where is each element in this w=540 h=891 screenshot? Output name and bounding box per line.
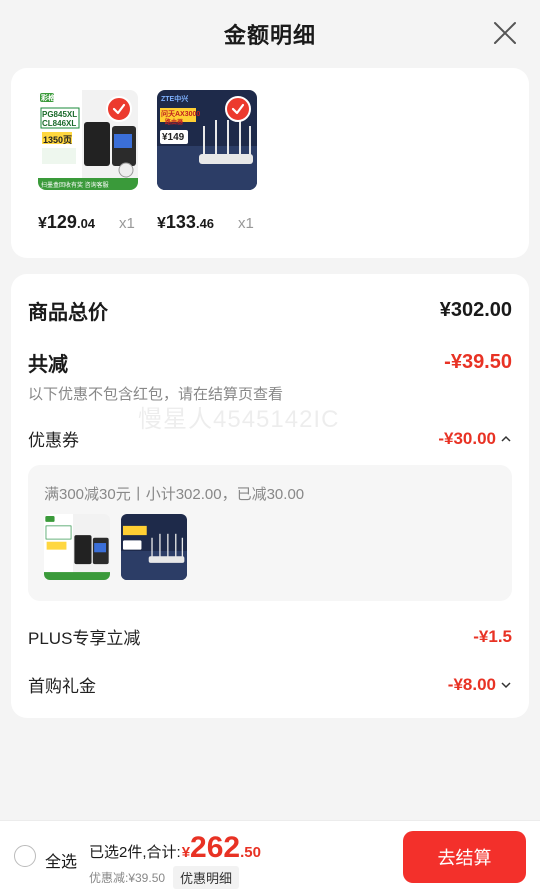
selected-badge (225, 96, 251, 122)
checkout-bar: 全选 已选2件,合计: ¥ 262 .50 优惠减:¥39.50 优惠明细 去结… (0, 820, 540, 891)
total-decimal: .50 (240, 844, 261, 861)
price-decimal: .04 (76, 216, 96, 231)
total-price-value: ¥302.00 (439, 299, 512, 321)
discount-total-value: -¥39.50 (444, 351, 512, 373)
coupon-row[interactable]: 优惠券 -¥30.00 (28, 426, 512, 451)
product-price-row: ¥ 129 .04 x1 (38, 212, 135, 233)
chevron-down-icon (501, 681, 511, 688)
first-purchase-value-wrap[interactable]: -¥8.00 (448, 675, 512, 695)
product-card: 彩格 PG845XL CL846XL 1350页 扫墨盒回收有奖 咨询客服 ¥ … (11, 68, 529, 258)
product-price-row: ¥ 133 .46 x1 (157, 212, 254, 233)
total-price-row: 商品总价 ¥302.00 (28, 296, 512, 325)
thumb-model-1: PG845XL (42, 110, 78, 119)
thumb-bottom-text: 扫墨盒回收有奖 咨询客服 (41, 183, 109, 189)
coupon-product-thumb (121, 514, 187, 580)
discount-detail-button[interactable]: 优惠明细 (173, 866, 240, 889)
discount-note: 以下优惠不包含红包，请在结算页查看 (28, 386, 284, 403)
coupon-value: -¥30.00 (438, 428, 496, 448)
product-thumbnail[interactable]: 彩格 PG845XL CL846XL 1350页 扫墨盒回收有奖 咨询客服 (38, 90, 138, 190)
price-integer: 133 (165, 212, 196, 232)
product-item[interactable]: 彩格 PG845XL CL846XL 1350页 扫墨盒回收有奖 咨询客服 (38, 90, 138, 190)
page-title: 金额明细 (223, 23, 316, 48)
coupon-description: 满300减30元丨小计302.00，已减30.00 (44, 486, 305, 503)
check-icon (112, 103, 126, 115)
product-quantity: x1 (238, 215, 254, 232)
first-purchase-row[interactable]: 首购礼金 -¥8.00 (28, 672, 512, 697)
total-currency: ¥ (181, 844, 191, 861)
price-integer: 129 (46, 212, 77, 232)
select-all-radio[interactable] (14, 845, 36, 867)
first-purchase-value: -¥8.00 (447, 674, 496, 694)
discount-total-row: 共减 -¥39.50 (28, 348, 512, 377)
plus-discount-label: PLUS专享立减 (28, 629, 141, 648)
chevron-up-icon (501, 435, 511, 442)
close-button[interactable] (492, 20, 518, 46)
check-icon (231, 103, 245, 115)
total-price-label: 商品总价 (28, 302, 108, 324)
product-thumbnail[interactable]: ZTE中兴 问天AX3000 路由器 ¥149 (157, 90, 257, 190)
first-purchase-label: 首购礼金 (28, 677, 96, 696)
product-quantity: x1 (119, 215, 135, 232)
price-detail-card: 商品总价 ¥302.00 共减 -¥39.50 以下优惠不包含红包，请在结算页查… (11, 274, 529, 718)
thumb-model-2: CL846XL (42, 119, 77, 128)
coupon-detail-box: 满300减30元丨小计302.00，已减30.00 (28, 465, 512, 601)
plus-discount-row: PLUS专享立减 -¥1.5 (28, 624, 512, 649)
product-item[interactable]: ZTE中兴 问天AX3000 路由器 ¥149 (157, 90, 257, 190)
checkout-button[interactable]: 去结算 (403, 831, 526, 883)
selected-count-text: 已选2件,合计: (89, 844, 181, 861)
coupon-product-thumb (44, 514, 110, 580)
thumb-page-count: 1350页 (43, 135, 73, 145)
coupon-value-wrap[interactable]: -¥30.00 (438, 429, 512, 449)
discount-total-label: 共减 (28, 354, 68, 376)
selected-badge (106, 96, 132, 122)
router-image (121, 514, 187, 580)
price-currency: ¥ (157, 215, 166, 232)
plus-discount-value: -¥1.5 (473, 626, 512, 646)
thumb-brand: 彩格 (41, 95, 55, 102)
thumb-brand: ZTE中兴 (161, 96, 189, 103)
select-all-label[interactable]: 全选 (45, 848, 77, 872)
header: 金额明细 (0, 0, 540, 68)
ink-cartridge-image (44, 514, 110, 580)
total-summary: 已选2件,合计: ¥ 262 .50 (89, 831, 261, 865)
discount-summary: 优惠减:¥39.50 优惠明细 (89, 866, 240, 889)
price-currency: ¥ (38, 215, 47, 232)
thumb-price: ¥149 (162, 132, 185, 143)
thumb-subtitle: 路由器 (165, 120, 184, 126)
total-integer: 262 (190, 831, 241, 864)
discount-summary-text: 优惠减:¥39.50 (89, 871, 166, 885)
close-icon (494, 22, 516, 44)
price-decimal: .46 (195, 216, 215, 231)
coupon-label: 优惠券 (28, 431, 79, 450)
